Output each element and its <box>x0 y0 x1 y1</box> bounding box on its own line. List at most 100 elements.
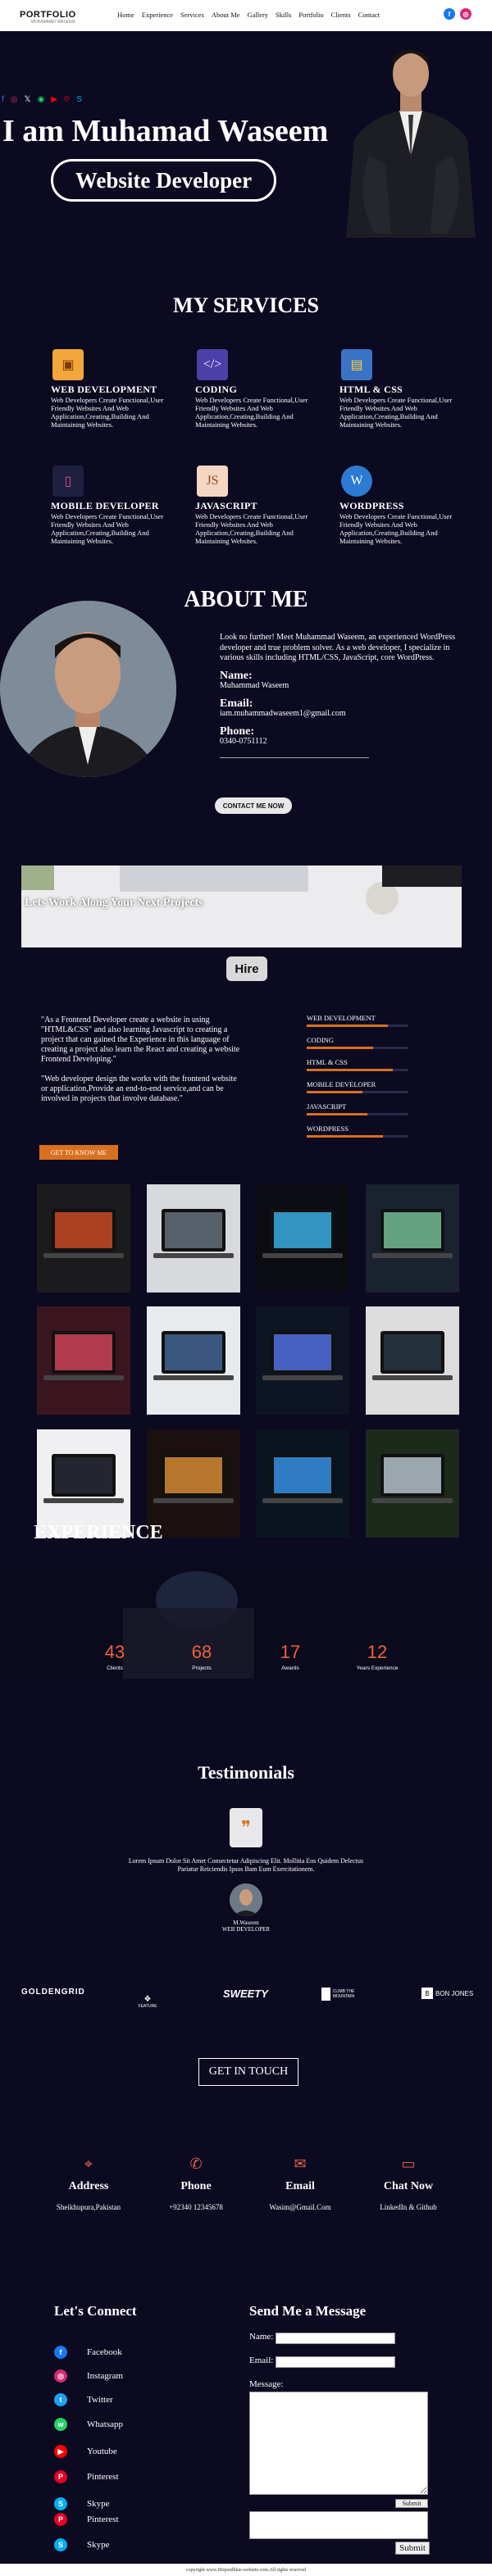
skype-icon[interactable]: S <box>76 95 82 104</box>
twitter-icon[interactable]: 𝕏 <box>25 95 31 104</box>
get-to-know-me-button[interactable]: GET TO KNOW ME <box>39 1145 118 1160</box>
youtube-icon[interactable]: ▶ <box>51 95 57 104</box>
about-portrait <box>0 601 176 777</box>
pinterest-icon[interactable]: ℗ <box>64 95 70 104</box>
connect-link[interactable]: w Whatsapp <box>54 2418 123 2431</box>
connect-link[interactable]: S Skype <box>54 2538 110 2551</box>
nav-item-portfolio[interactable]: Portfolio <box>298 11 323 19</box>
projects-banner: Lets Work Along Your Next Projects <box>21 865 462 947</box>
site-logo[interactable]: PORTFOLIO <box>20 10 76 20</box>
connect-link[interactable]: f Facebook <box>54 2346 122 2359</box>
name-field[interactable] <box>276 2333 395 2344</box>
service-card: ▣ WEB DEVELOPMENT Web Developers Create … <box>51 349 182 429</box>
connect-link-label: Skype <box>87 2499 110 2509</box>
gallery-image[interactable] <box>366 1306 459 1415</box>
gallery-image[interactable] <box>147 1184 240 1293</box>
stat-clients: 43 Clients <box>82 1642 148 1671</box>
small-submit-button[interactable]: Submit <box>395 2499 428 2508</box>
facebook-icon[interactable]: f <box>2 95 4 104</box>
nav-item-skills[interactable]: Skills <box>276 11 291 19</box>
contact-title: Address <box>68 2180 109 2192</box>
stat-label: Projects <box>192 1665 212 1671</box>
connect-link[interactable]: t Twitter <box>54 2393 113 2406</box>
youtube-icon: ▶ <box>54 2445 67 2458</box>
service-text: Web Developers Create Functional,User Fr… <box>339 396 453 429</box>
submit-button[interactable]: Submit <box>395 2542 430 2555</box>
whatsapp-icon[interactable]: ◉ <box>38 95 45 104</box>
whatsapp-icon: w <box>54 2418 67 2431</box>
contact-value[interactable]: Wasim@Gmail.Com <box>259 2203 341 2211</box>
service-text: Web Developers Create Functional,User Fr… <box>51 396 164 429</box>
experience-background <box>0 1567 492 1679</box>
contact-address: ⌖ Address Sheikhupura,Pakistan <box>48 2156 130 2211</box>
nav-item-experience[interactable]: Experience <box>142 11 173 19</box>
location-icon: ⌖ <box>84 2156 93 2172</box>
gallery-image[interactable] <box>256 1306 349 1415</box>
nav-item-about[interactable]: About Me <box>212 11 240 19</box>
connect-link[interactable]: P Pinterest <box>54 2513 119 2526</box>
stat-label: Years Experience <box>356 1665 399 1671</box>
instagram-icon[interactable]: ◎ <box>11 95 18 104</box>
stat-label: Clients <box>107 1665 123 1671</box>
gallery-image[interactable] <box>37 1184 130 1293</box>
extra-field[interactable] <box>249 2511 428 2539</box>
contact-value: Sheikhupura,Pakistan <box>56 2203 121 2211</box>
connect-link-label: Pinterest <box>87 2472 119 2482</box>
nav-item-clients[interactable]: Clients <box>331 11 351 19</box>
skill-item: WEB DEVELOPMENT <box>307 1014 408 1027</box>
brand-logo-label: CLIMB THE MOUNTAIN <box>332 1989 355 1999</box>
service-title: WORDPRESS <box>339 500 404 511</box>
form-heading: Send Me a Message <box>249 2303 367 2319</box>
contact-me-button[interactable]: CONTACT ME NOW <box>215 797 292 814</box>
name-label: Name: <box>220 669 253 682</box>
nav-item-contact[interactable]: Contact <box>358 11 380 19</box>
message-field[interactable] <box>249 2392 428 2495</box>
gallery-image[interactable] <box>37 1306 130 1415</box>
skill-label: WORDPRESS <box>307 1124 349 1133</box>
connect-link-label: Skype <box>87 2540 110 2550</box>
stat-years: 12 Years Experience <box>344 1642 410 1671</box>
facebook-icon[interactable]: f <box>444 8 455 20</box>
gallery-image[interactable] <box>147 1306 240 1415</box>
hero-role-button[interactable]: Website Developer <box>51 159 276 202</box>
name-value: Muhammad Waseem <box>220 681 289 690</box>
hero-title: I am Muhamad Waseem <box>2 114 329 148</box>
skill-bar-fill <box>307 1135 383 1138</box>
contact-value[interactable]: +92340 12345678 <box>155 2203 237 2211</box>
email-value: iam.muhammadwaseem1@gmail.com <box>220 709 346 718</box>
gallery-image[interactable] <box>366 1429 459 1538</box>
skill-bar-fill <box>307 1113 368 1115</box>
instagram-icon[interactable]: ◎ <box>460 8 472 20</box>
connect-link-label: Facebook <box>87 2347 122 2357</box>
connect-link[interactable]: ◎ Instagram <box>54 2369 123 2383</box>
contact-title: Chat Now <box>383 2180 434 2192</box>
skype-icon: S <box>54 2538 67 2551</box>
service-title: CODING <box>195 384 238 395</box>
skill-label: CODING <box>307 1036 335 1044</box>
pinterest-icon: P <box>54 2513 67 2526</box>
connect-link[interactable]: P Pinterest <box>54 2470 119 2483</box>
banner-text: Lets Work Along Your Next Projects <box>25 897 203 909</box>
connect-link[interactable]: ▶ Youtube <box>54 2445 117 2458</box>
gallery-image[interactable] <box>256 1184 349 1293</box>
nav-item-home[interactable]: Home <box>117 11 134 19</box>
skill-bar <box>307 1091 408 1093</box>
coding-icon: </> <box>197 349 228 380</box>
gallery-image[interactable] <box>256 1429 349 1538</box>
about-divider <box>220 756 369 758</box>
service-text: Web Developers Create Functional,User Fr… <box>195 512 308 545</box>
get-in-touch-button[interactable]: GET IN TOUCH <box>198 2058 298 2086</box>
gallery-image[interactable] <box>366 1184 459 1293</box>
skill-label: HTML & CSS <box>307 1058 348 1066</box>
nav-item-gallery[interactable]: Gallery <box>248 11 269 19</box>
service-title: HTML & CSS <box>339 384 403 395</box>
nav-item-services[interactable]: Services <box>180 11 204 19</box>
email-field[interactable] <box>276 2356 395 2368</box>
connect-heading: Let's Connect <box>54 2303 137 2319</box>
hire-button[interactable]: Hire <box>226 956 267 981</box>
contact-value[interactable]: LinkedIn & Github <box>367 2203 449 2211</box>
skill-label: WEB DEVELOPMENT <box>307 1014 376 1022</box>
about-text: Look no further! Meet Muhammad Waseem, a… <box>220 633 456 662</box>
connect-link[interactable]: S Skype <box>54 2497 110 2510</box>
skill-bar <box>307 1135 408 1138</box>
